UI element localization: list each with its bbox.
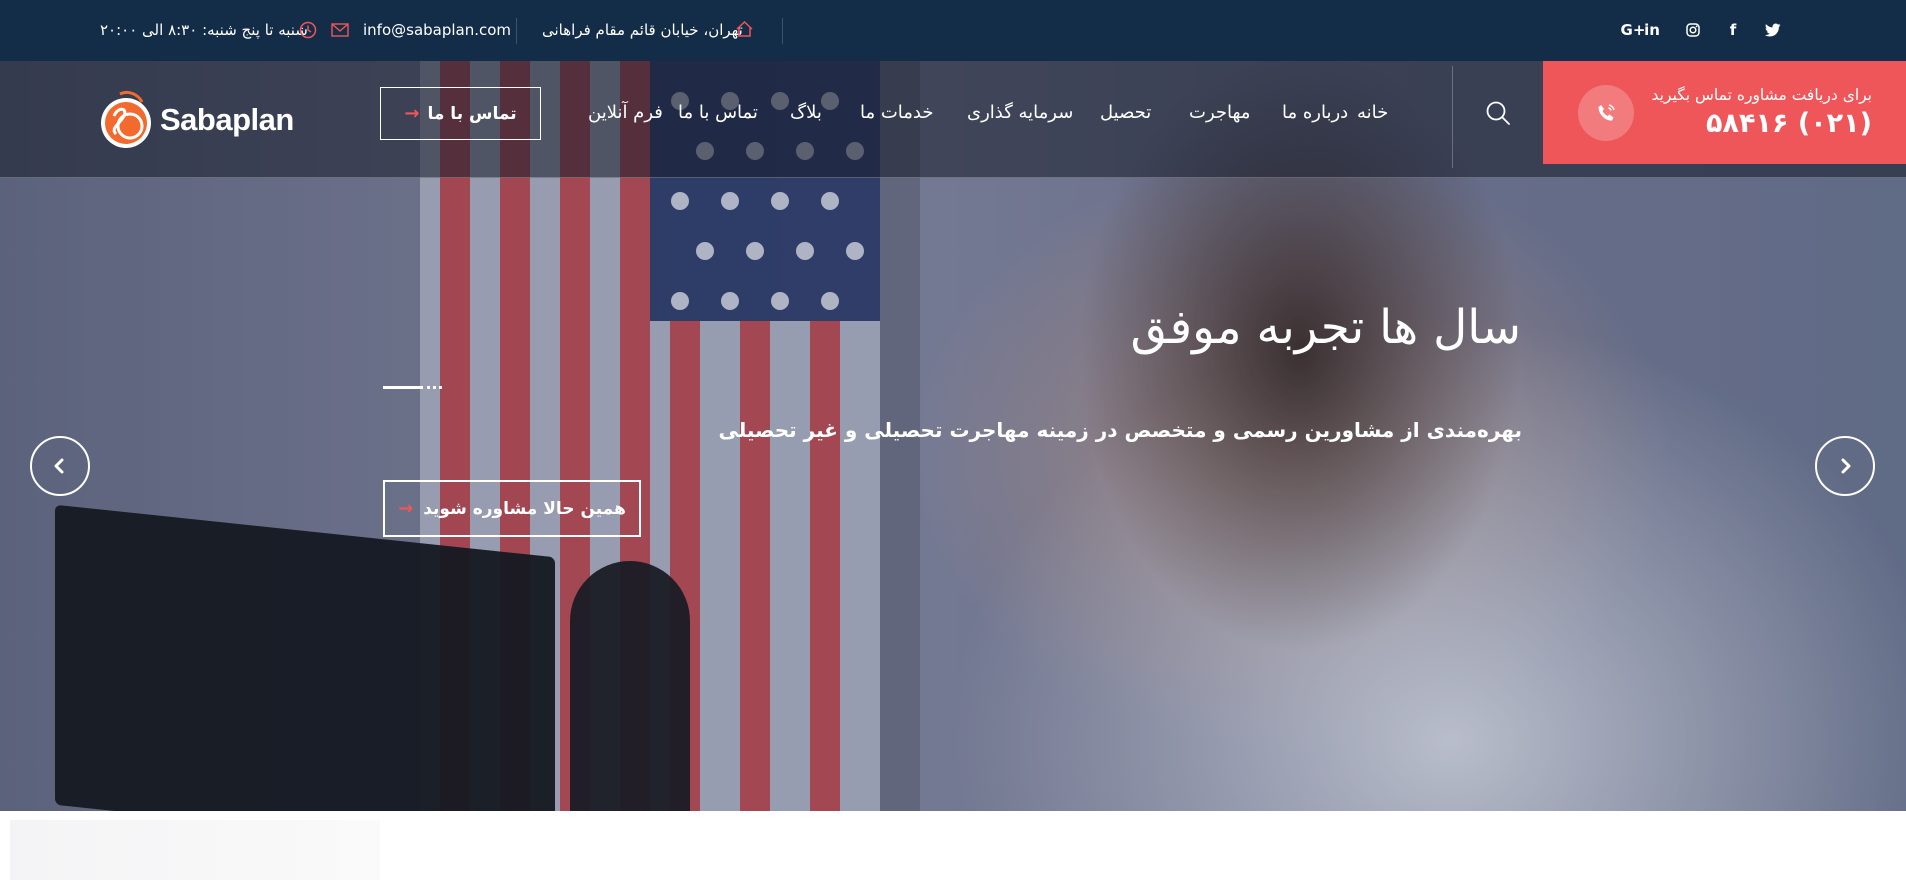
logo-text: Sabaplan bbox=[160, 102, 294, 137]
working-hours: شنبه تا پنج شنبه: ۸:۳۰ الی ۲۰:۰۰ bbox=[100, 21, 308, 39]
email-link[interactable]: info@sabaplan.com bbox=[363, 19, 511, 41]
nav-item-about[interactable]: درباره ما bbox=[1282, 102, 1348, 124]
call-number[interactable]: (۰۲۱) ۵۸۴۱۶ bbox=[1706, 108, 1872, 139]
call-box[interactable]: برای دریافت مشاوره تماس بگیرید (۰۲۱) ۵۸۴… bbox=[1543, 61, 1906, 164]
nav-item-contact[interactable]: تماس با ما bbox=[678, 102, 758, 124]
linkedin-icon[interactable]: in bbox=[1639, 18, 1665, 42]
home-icon bbox=[736, 20, 753, 37]
chevron-left-icon bbox=[54, 458, 64, 474]
logo-mark bbox=[101, 90, 151, 148]
prev-slide-button[interactable] bbox=[30, 436, 90, 496]
call-caption: برای دریافت مشاوره تماس بگیرید bbox=[1651, 86, 1872, 104]
hero-title: سال ها تجربه موفق bbox=[1130, 300, 1521, 355]
arrow-left-icon: → bbox=[398, 498, 414, 519]
instagram-icon[interactable] bbox=[1680, 18, 1706, 42]
nav-item-education[interactable]: تحصیل bbox=[1100, 102, 1151, 124]
contact-us-button[interactable]: تماس با ما → bbox=[380, 87, 541, 140]
consult-now-label: همین حالا مشاوره شوید bbox=[423, 498, 626, 519]
phone-icon bbox=[1578, 85, 1634, 141]
facebook-icon[interactable]: f bbox=[1720, 18, 1746, 42]
main-header: Sabaplan تماس با ما → خانه درباره ما مها… bbox=[0, 61, 1906, 178]
envelope-icon bbox=[331, 23, 349, 37]
nav-item-immigration[interactable]: مهاجرت bbox=[1189, 102, 1250, 124]
nav-item-online-form[interactable]: فرم آنلاین bbox=[588, 102, 663, 124]
hero-subtitle: بهره‌مندی از مشاورین رسمی و متخصص در زمی… bbox=[718, 418, 1523, 442]
nav-item-services[interactable]: خدمات ما bbox=[860, 102, 934, 124]
nav-item-blog[interactable]: بلاگ bbox=[790, 102, 822, 124]
chevron-right-icon bbox=[1841, 458, 1851, 474]
slide-divider bbox=[383, 386, 442, 389]
twitter-icon[interactable] bbox=[1760, 18, 1786, 42]
search-icon[interactable] bbox=[1484, 99, 1512, 127]
contact-us-label: تماس با ما bbox=[427, 103, 517, 124]
next-slide-button[interactable] bbox=[1815, 436, 1875, 496]
top-bar: شنبه تا پنج شنبه: ۸:۳۰ الی ۲۰:۰۰ info@sa… bbox=[0, 0, 1906, 61]
arrow-left-icon: → bbox=[404, 103, 420, 124]
site-logo[interactable]: Sabaplan bbox=[98, 86, 318, 152]
consult-now-button[interactable]: همین حالا مشاوره شوید → bbox=[383, 480, 641, 537]
nav-item-home[interactable]: خانه bbox=[1357, 102, 1388, 124]
address-text: تهران، خیابان قائم مقام فراهانی bbox=[542, 21, 743, 39]
clock-icon bbox=[299, 21, 317, 39]
nav-item-investment[interactable]: سرمایه گذاری bbox=[967, 102, 1073, 124]
